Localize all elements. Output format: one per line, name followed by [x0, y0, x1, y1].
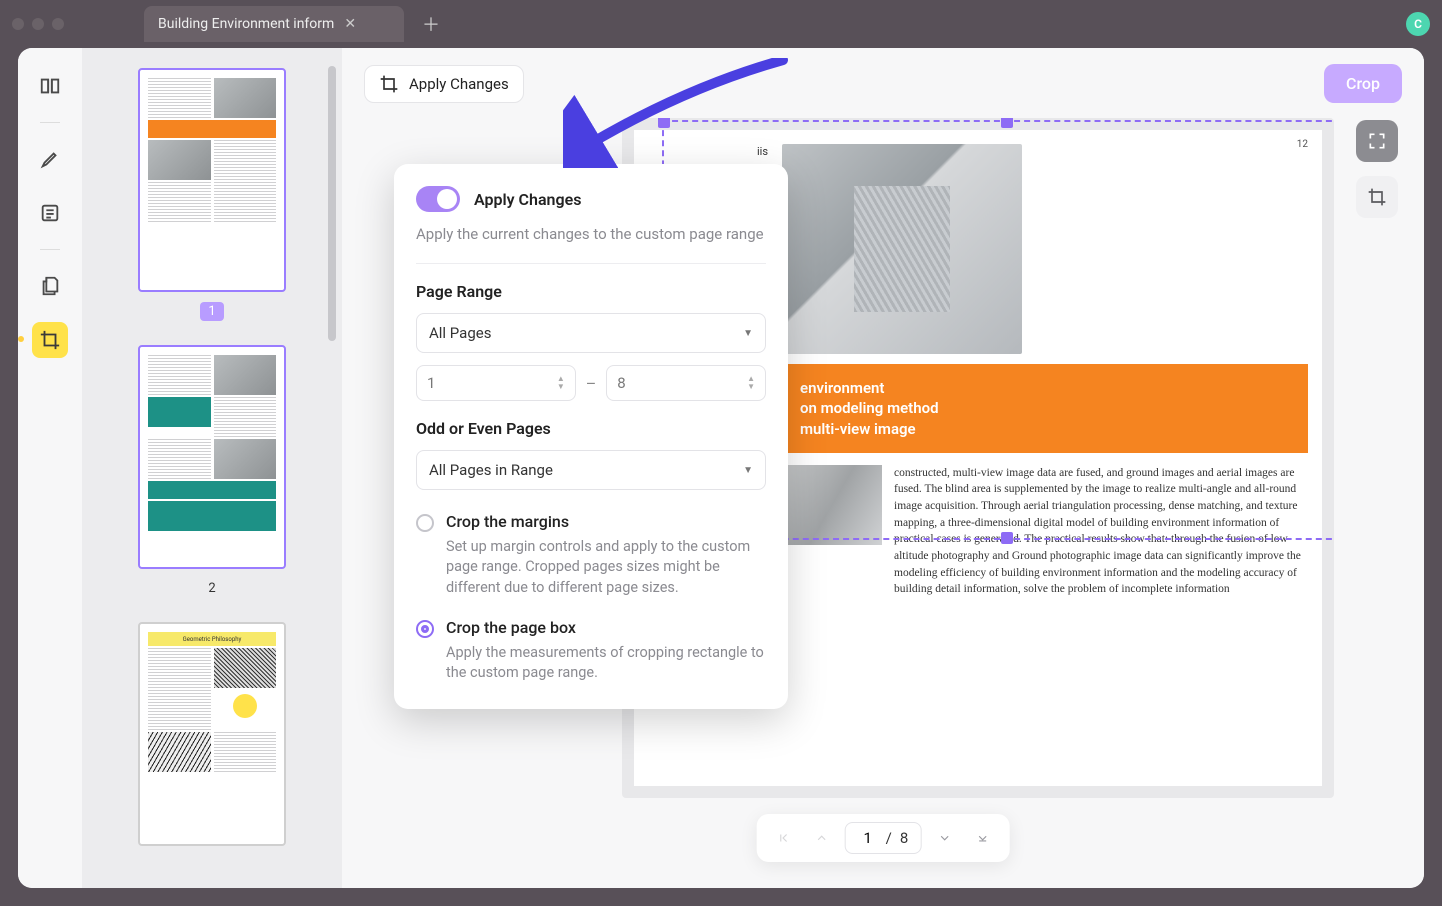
tab-title: Building Environment inform — [158, 16, 334, 32]
rail-pages-icon[interactable] — [32, 268, 68, 304]
app-window: 1 2 Geometric Philosophy — [18, 48, 1424, 888]
rail-notes-icon[interactable] — [32, 195, 68, 231]
close-tab-icon[interactable]: ✕ — [344, 16, 356, 32]
minimize-window-dot[interactable] — [32, 18, 44, 30]
crop-margins-title: Crop the margins — [446, 512, 766, 531]
range-to-input[interactable] — [617, 374, 657, 392]
first-page-button[interactable] — [769, 823, 799, 853]
apply-changes-toggle[interactable] — [416, 186, 460, 212]
last-page-button[interactable] — [967, 823, 997, 853]
next-page-button[interactable] — [929, 823, 959, 853]
thumbnail-item[interactable]: 2 — [112, 345, 312, 598]
thumb3-title: Geometric Philosophy — [148, 632, 276, 646]
rail-crop-icon[interactable] — [32, 322, 68, 358]
traffic-lights — [12, 18, 64, 30]
page-separator: / — [886, 829, 892, 847]
fullscreen-icon[interactable] — [1356, 120, 1398, 162]
divider — [416, 263, 766, 264]
rail-divider — [40, 249, 60, 250]
range-from-stepper[interactable]: ▲▼ — [416, 365, 576, 401]
thumbnail-scrollbar[interactable] — [328, 66, 336, 341]
crop-button[interactable]: Crop — [1324, 64, 1402, 103]
crop-mode-radio-group: Crop the margins Set up margin controls … — [416, 512, 766, 683]
document-tab[interactable]: Building Environment inform ✕ — [144, 6, 404, 42]
thumbnail-item[interactable]: Geometric Philosophy — [112, 622, 312, 846]
page-navigator: / 8 — [757, 814, 1010, 862]
crop-preset-icon[interactable] — [1356, 176, 1398, 218]
thumbnail-number: 2 — [200, 579, 223, 598]
range-from-input[interactable] — [427, 374, 467, 392]
apply-changes-popover: Apply Changes Apply the current changes … — [394, 164, 788, 709]
crop-pagebox-title: Crop the page box — [446, 618, 766, 637]
range-to-stepper[interactable]: ▲▼ — [606, 365, 766, 401]
user-avatar[interactable]: C — [1406, 12, 1430, 36]
page-thumbnail-2[interactable] — [138, 345, 286, 569]
new-tab-button[interactable]: ＋ — [422, 11, 440, 37]
rail-divider — [40, 122, 60, 123]
window-titlebar: Building Environment inform ✕ ＋ C — [0, 0, 1442, 48]
crop-margins-radio[interactable] — [416, 514, 434, 532]
avatar-initial: C — [1414, 17, 1422, 31]
thumbnail-item[interactable]: 1 — [112, 68, 312, 321]
left-rail — [18, 48, 82, 888]
total-pages: 8 — [900, 829, 908, 847]
stepper-arrows[interactable]: ▲▼ — [557, 375, 565, 391]
prev-page-button[interactable] — [807, 823, 837, 853]
popover-title: Apply Changes — [474, 190, 581, 209]
chevron-down-icon: ▼ — [743, 465, 753, 476]
stepper-arrows[interactable]: ▲▼ — [747, 375, 755, 391]
page-range-value: All Pages — [429, 324, 491, 342]
page-number-field[interactable]: / 8 — [845, 822, 922, 854]
odd-even-value: All Pages in Range — [429, 461, 553, 479]
range-dash: – — [586, 374, 597, 393]
crop-icon — [379, 74, 399, 94]
odd-even-select[interactable]: All Pages in Range ▼ — [416, 450, 766, 490]
current-page-input[interactable] — [858, 829, 878, 847]
apply-changes-button[interactable]: Apply Changes — [364, 65, 524, 103]
toolbar: Apply Changes Crop — [342, 48, 1424, 119]
close-window-dot[interactable] — [12, 18, 24, 30]
crop-button-label: Crop — [1346, 74, 1380, 93]
page-thumbnail-3[interactable]: Geometric Philosophy — [138, 622, 286, 846]
crop-margins-desc: Set up margin controls and apply to the … — [446, 537, 766, 598]
crop-handle-nw[interactable] — [658, 118, 670, 128]
crop-pagebox-desc: Apply the measurements of cropping recta… — [446, 643, 766, 684]
page-range-heading: Page Range — [416, 282, 766, 301]
maximize-window-dot[interactable] — [52, 18, 64, 30]
crop-handle-s[interactable] — [1001, 532, 1013, 544]
popover-description: Apply the current changes to the custom … — [416, 224, 766, 245]
thumbnail-number: 1 — [200, 302, 223, 321]
thumbnail-panel: 1 2 Geometric Philosophy — [82, 48, 342, 888]
odd-even-heading: Odd or Even Pages — [416, 419, 766, 438]
page-range-select[interactable]: All Pages ▼ — [416, 313, 766, 353]
apply-changes-label: Apply Changes — [409, 75, 509, 93]
rail-highlighter-icon[interactable] — [32, 141, 68, 177]
crop-pagebox-radio[interactable] — [416, 620, 434, 638]
canvas-side-tools — [1356, 120, 1398, 218]
chevron-down-icon: ▼ — [743, 328, 753, 339]
rail-reader-icon[interactable] — [32, 68, 68, 104]
page-thumbnail-1[interactable] — [138, 68, 286, 292]
crop-handle-n[interactable] — [1001, 118, 1013, 128]
